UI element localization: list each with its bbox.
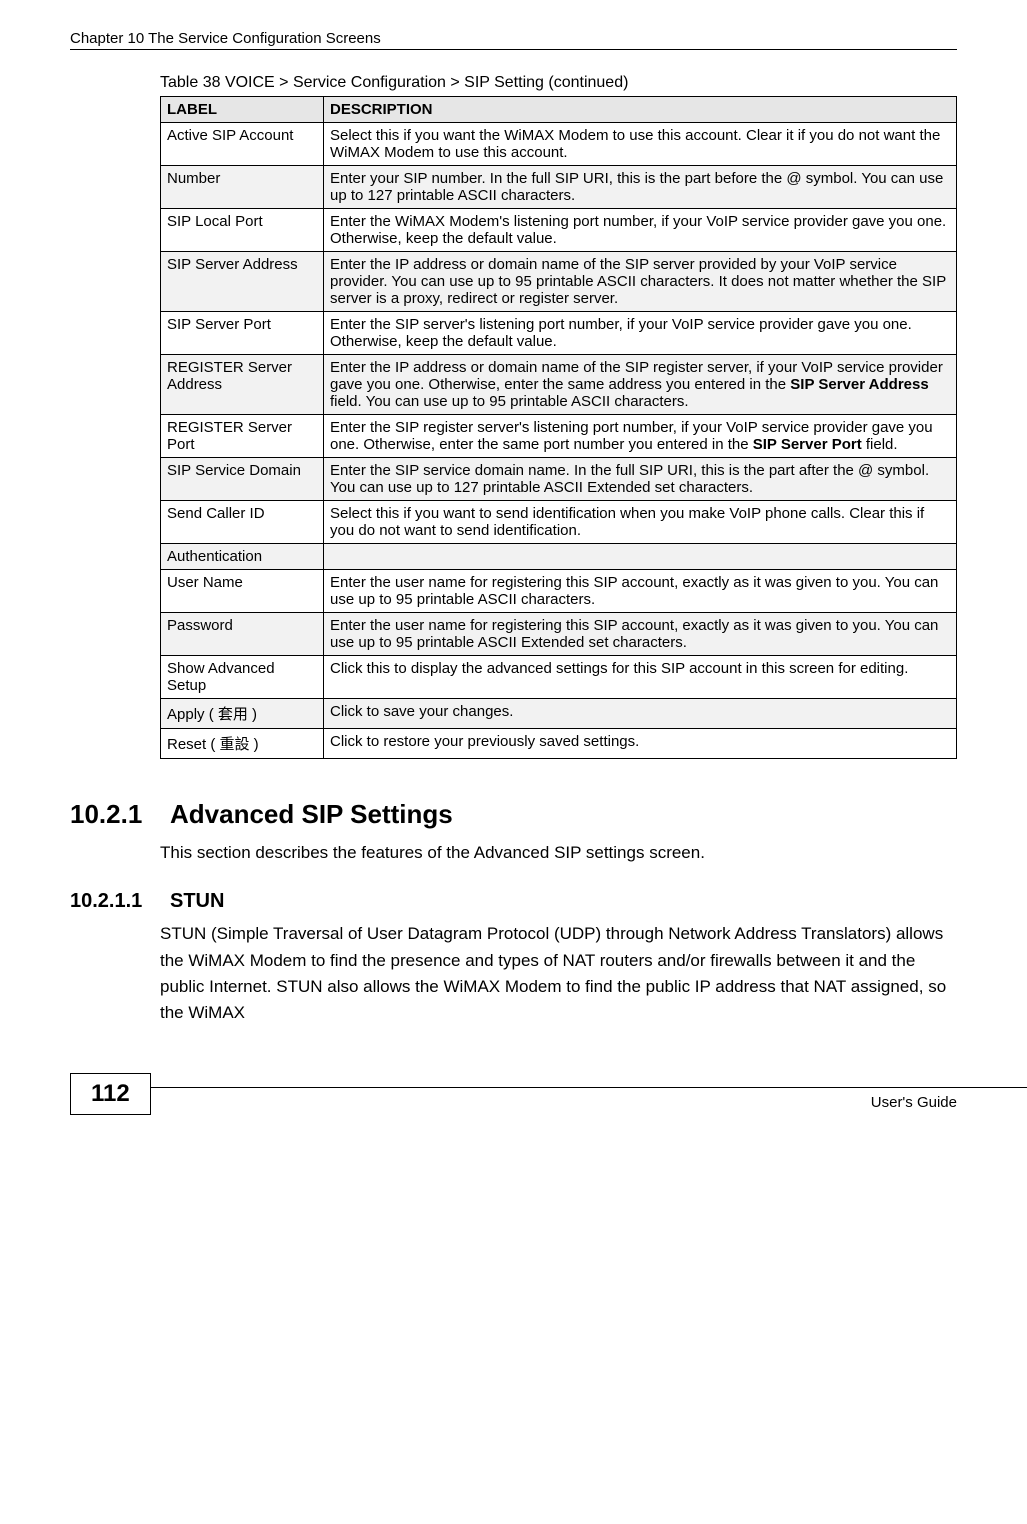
table-row: Active SIP AccountSelect this if you wan… [161,123,957,166]
table-row: NumberEnter your SIP number. In the full… [161,166,957,209]
table-row: Authentication [161,544,957,570]
row-label: SIP Service Domain [161,458,324,501]
row-description: Enter the WiMAX Modem's listening port n… [324,209,957,252]
row-description: Click this to display the advanced setti… [324,656,957,699]
footer: 112 User's Guide [0,1087,1027,1111]
row-label: Active SIP Account [161,123,324,166]
row-label: REGISTER Server Address [161,355,324,415]
row-description: Enter the SIP service domain name. In th… [324,458,957,501]
row-label: Send Caller ID [161,501,324,544]
row-description: Select this if you want to send identifi… [324,501,957,544]
table-row: SIP Service DomainEnter the SIP service … [161,458,957,501]
table-row: REGISTER Server AddressEnter the IP addr… [161,355,957,415]
table-row: Reset ( 重設 )Click to restore your previo… [161,729,957,759]
page-number: 112 [70,1073,151,1115]
row-label: Authentication [161,544,324,570]
table-row: SIP Server PortEnter the SIP server's li… [161,312,957,355]
row-label: SIP Server Address [161,252,324,312]
table-row: User NameEnter the user name for registe… [161,570,957,613]
row-label: Number [161,166,324,209]
row-label: SIP Local Port [161,209,324,252]
section-number: 10.2.1 [70,799,152,830]
section-title: Advanced SIP Settings [170,799,453,830]
subsection-title: STUN [170,890,224,913]
row-description: Enter the user name for registering this… [324,570,957,613]
row-description: Click to save your changes. [324,699,957,729]
table-caption: Table 38 VOICE > Service Configuration >… [160,74,957,92]
row-label: REGISTER Server Port [161,415,324,458]
table-row: REGISTER Server PortEnter the SIP regist… [161,415,957,458]
row-label: SIP Server Port [161,312,324,355]
row-description: Select this if you want the WiMAX Modem … [324,123,957,166]
header-description: DESCRIPTION [324,97,957,123]
table-row: Apply ( 套用 )Click to save your changes. [161,699,957,729]
row-label: Password [161,613,324,656]
table-row: PasswordEnter the user name for register… [161,613,957,656]
subsection-number: 10.2.1.1 [70,890,152,913]
top-rule [70,49,957,50]
subsection-body: STUN (Simple Traversal of User Datagram … [160,921,957,1026]
footer-rule [150,1087,1027,1088]
row-description: Enter the SIP server's listening port nu… [324,312,957,355]
section-body: This section describes the features of t… [160,840,957,866]
row-description: Enter your SIP number. In the full SIP U… [324,166,957,209]
ref-table: LABEL DESCRIPTION Active SIP AccountSele… [160,96,957,759]
row-description: Enter the SIP register server's listenin… [324,415,957,458]
chapter-title: Chapter 10 The Service Configuration Scr… [70,30,957,47]
row-label: Show Advanced Setup [161,656,324,699]
table-row: SIP Local PortEnter the WiMAX Modem's li… [161,209,957,252]
row-description: Click to restore your previously saved s… [324,729,957,759]
row-description: Enter the IP address or domain name of t… [324,355,957,415]
row-label: Reset ( 重設 ) [161,729,324,759]
table-row: Send Caller IDSelect this if you want to… [161,501,957,544]
table-row: Show Advanced SetupClick this to display… [161,656,957,699]
row-description: Enter the IP address or domain name of t… [324,252,957,312]
row-label: Apply ( 套用 ) [161,699,324,729]
row-label: User Name [161,570,324,613]
header-label: LABEL [161,97,324,123]
row-description: Enter the user name for registering this… [324,613,957,656]
row-description [324,544,957,570]
table-row: SIP Server AddressEnter the IP address o… [161,252,957,312]
